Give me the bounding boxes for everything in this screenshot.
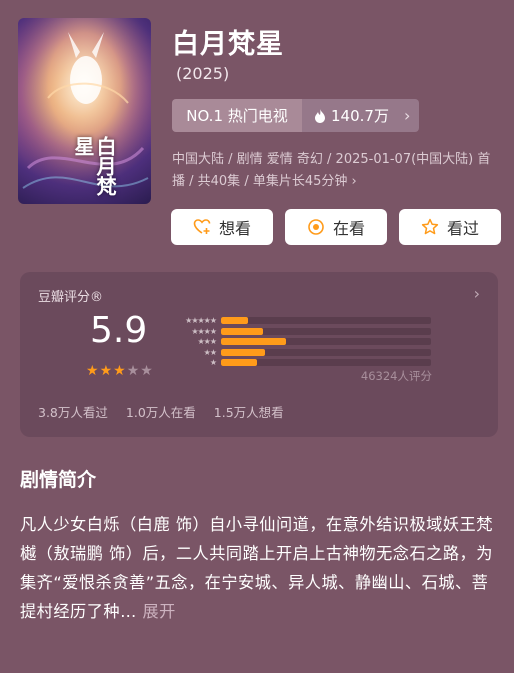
synopsis-text: 凡人少女白烁（白鹿 饰）自小寻仙问道，在意外结识极域妖王梵樾（敖瑞鹏 饰）后，二…: [20, 515, 493, 621]
rating-bar-fill: [221, 317, 249, 324]
watched-label: 看过: [446, 219, 479, 238]
chevron-right-icon: ›: [403, 106, 411, 125]
audience-counts: 3.8万人看过 1.0万人在看 1.5万人想看: [38, 402, 284, 421]
rating-bar-row: ★: [168, 358, 438, 369]
rating-bar-row: ★★★★: [168, 327, 438, 338]
watching-label: 在看: [332, 219, 365, 238]
star-filled-icon: ★: [113, 363, 126, 379]
star-outline-icon: [421, 218, 439, 235]
action-buttons: 想看 在看 看过: [171, 209, 501, 245]
rating-bar-track: [221, 348, 431, 356]
rating-bar-fill: [221, 327, 263, 335]
rating-bar-row: ★★★★★: [168, 316, 438, 327]
ranking-pill[interactable]: NO.1 热门电视 140.7万 ›: [172, 99, 419, 132]
rating-bar-stars: ★: [209, 358, 217, 367]
rating-bar-stars: ★★★★: [191, 326, 217, 336]
chevron-right-icon: ›: [473, 284, 480, 303]
expand-link[interactable]: 展开: [142, 602, 175, 621]
rating-bar-row: ★★★: [168, 337, 438, 348]
rating-card[interactable]: 豆瓣评分® › 5.9 ★ ★ ★ ★ ★ ★★★★★ ★★★★ ★★★ ★★ ★ 46324人…: [20, 272, 498, 437]
rating-bar-row: ★★: [168, 348, 438, 359]
poster-title-text: 白月梵星: [71, 136, 117, 196]
rating-bar-track: [221, 359, 431, 366]
release-year: (2025): [176, 64, 230, 83]
rating-count: 46324人评分: [360, 369, 432, 383]
rank-label[interactable]: NO.1 热门电视: [172, 99, 302, 132]
flame-icon: [315, 108, 325, 123]
rating-bar-stars: ★★★★★: [185, 316, 217, 325]
heart-plus-icon: [193, 219, 211, 234]
star-empty-icon: ★: [140, 363, 153, 379]
rating-bar-stars: ★★: [203, 347, 217, 357]
page-title: 白月梵星: [172, 29, 284, 60]
star-empty-icon: ★: [126, 363, 140, 379]
rating-score: 5.9: [90, 310, 148, 351]
rating-bar-fill: [221, 338, 287, 345]
rating-bar-stars: ★★★: [197, 337, 216, 346]
rating-bar-track: [221, 327, 431, 335]
hot-index[interactable]: 140.7万 ›: [302, 99, 419, 132]
rating-distribution: ★★★★★ ★★★★ ★★★ ★★ ★: [168, 316, 438, 369]
rating-bar-track: [221, 317, 431, 324]
star-filled-icon: ★: [86, 363, 99, 379]
want-label: 想看: [218, 219, 251, 238]
meta-text: 中国大陆 / 剧情 爱情 奇幻 / 2025-01-07(中国大陆) 首播 / …: [172, 152, 491, 189]
want-count: 1.5万人想看: [213, 405, 284, 420]
show-meta[interactable]: 中国大陆 / 剧情 爱情 奇幻 / 2025-01-07(中国大陆) 首播 / …: [172, 149, 502, 193]
synopsis-heading: 剧情简介: [20, 469, 97, 491]
watched-button[interactable]: 看过: [399, 209, 501, 245]
poster-image[interactable]: 白月梵星: [18, 18, 151, 204]
rating-bar-fill: [221, 348, 266, 356]
watching-count: 1.0万人在看: [125, 405, 196, 420]
chevron-right-icon: ›: [351, 174, 357, 189]
rating-stars: ★ ★ ★ ★ ★: [86, 364, 153, 378]
synopsis-body: 凡人少女白烁（白鹿 饰）自小寻仙问道，在意外结识极域妖王梵樾（敖瑞鹏 饰）后，二…: [20, 510, 498, 626]
rating-source-label: 豆瓣评分®: [38, 290, 104, 305]
want-button[interactable]: 想看: [171, 209, 273, 245]
hot-value: 140.7万: [331, 107, 389, 125]
watching-button[interactable]: 在看: [285, 209, 387, 245]
rating-bar-track: [221, 338, 431, 345]
rating-bar-fill: [221, 359, 257, 366]
watched-count: 3.8万人看过: [38, 405, 108, 420]
star-filled-icon: ★: [99, 363, 113, 379]
target-icon: [308, 219, 324, 235]
